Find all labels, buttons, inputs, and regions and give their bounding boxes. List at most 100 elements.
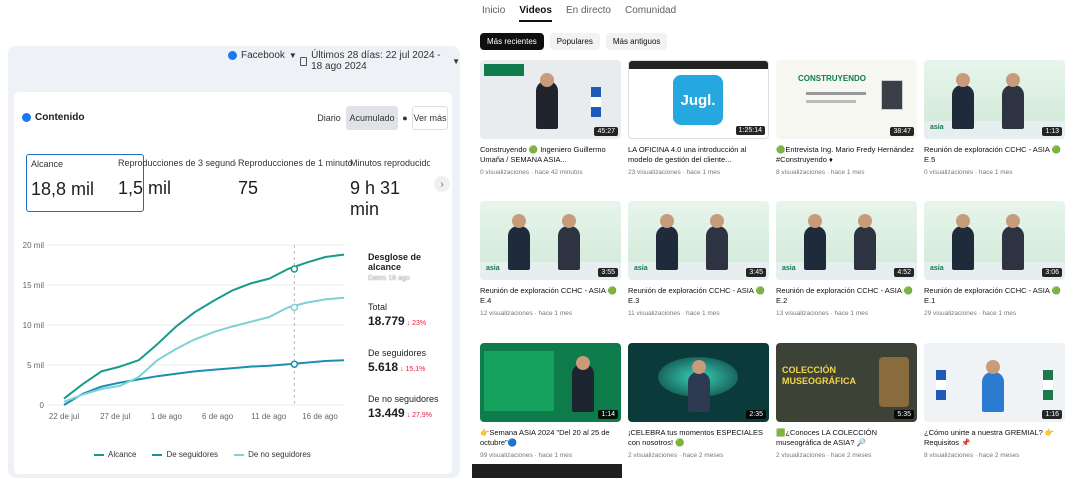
video-thumbnail[interactable]: COLECCIÓN MUSEOGRÁFICA 5:35 (776, 343, 917, 422)
video-title[interactable]: Reunión de exploración CCHC - ASIA 🟢 E.3 (628, 286, 769, 306)
metric-value: 9 h 31 min (350, 178, 401, 219)
sort-chips: Más recientes Populares Más antiguos (480, 33, 668, 50)
video-title[interactable]: Construyendo 🟢 Ingeniero Guillermo Umaña… (480, 145, 621, 165)
metric-3s-plays[interactable]: Reproducciones de 3 segundos 1,5 mil (118, 158, 236, 216)
reach-breakdown: Desglose de alcance Datos 18 ago Total 1… (368, 252, 452, 420)
video-duration: 1:25:14 (735, 126, 765, 135)
legend-swatch (152, 453, 163, 456)
tab-community[interactable]: Comunidad (625, 5, 676, 22)
construyendo-logo: CONSTRUYENDO (798, 74, 867, 83)
tab-live[interactable]: En directo (566, 5, 611, 22)
video-thumbnail[interactable]: asia 3:06 (924, 201, 1065, 280)
see-more-button[interactable]: Ver más (412, 106, 448, 130)
chip-popular[interactable]: Populares (549, 33, 600, 50)
video-meta: 23 visualizaciones · hace 1 mes (628, 169, 721, 176)
video-title[interactable]: Reunión de exploración CCHC - ASIA 🟢 E.1 (924, 286, 1065, 306)
series-line (63, 253, 345, 400)
video-card[interactable]: 45:27 Construyendo 🟢 Ingeniero Guillermo … (480, 60, 621, 176)
tab-home[interactable]: Inicio (482, 5, 505, 22)
facebook-icon (22, 113, 31, 122)
video-meta: 12 visualizaciones · hace 1 mes (480, 310, 573, 317)
video-thumbnail[interactable]: 2:35 (628, 343, 769, 422)
video-card[interactable]: asia 4:52 Reunión de exploración CCHC - AS… (776, 201, 917, 317)
video-title[interactable]: LA OFICINA 4.0 una introducción al model… (628, 145, 769, 165)
chart-legend: Alcance De seguidores De no seguidores (94, 450, 311, 459)
chip-most-recent[interactable]: Más recientes (480, 33, 544, 50)
video-title[interactable]: 👉Semana ASIA 2024 "Del 20 al 25 de octub… (480, 428, 621, 448)
video-duration: 38:47 (890, 127, 914, 136)
video-thumbnail[interactable]: 1:16 (924, 343, 1065, 422)
info-icon[interactable]: ● (398, 106, 412, 130)
video-title[interactable]: Reunión de exploración CCHC - ASIA 🟢 E.2 (776, 286, 917, 306)
video-card[interactable]: asia 1:13 Reunión de exploración CCHC - AS… (924, 60, 1065, 176)
metric-1m-plays[interactable]: Reproducciones de 1 minuto 75 (238, 158, 356, 216)
video-title[interactable]: 🟩¿Conoces LA COLECCIÓN museográfica de A… (776, 428, 917, 448)
breakdown-label: De no seguidores (368, 394, 439, 404)
video-title[interactable]: ¡CELEBRA tus momentos ESPECIALES con nos… (628, 428, 769, 448)
video-card[interactable]: 1:14 👉Semana ASIA 2024 "Del 20 al 25 de o… (480, 343, 621, 459)
video-thumbnail[interactable]: 45:27 (480, 60, 621, 139)
video-thumbnail[interactable]: asia 3:55 (480, 201, 621, 280)
breakdown-number: 13.449 (368, 406, 405, 420)
video-thumbnail[interactable]: Jugl. 1:25:14 (628, 60, 769, 139)
video-title[interactable]: ¿Cómo unirte a nuestra GREMIAL? 👉 Requis… (924, 428, 1065, 448)
chip-oldest[interactable]: Más antiguos (605, 33, 668, 50)
video-card[interactable]: COLECCIÓN MUSEOGRÁFICA 5:35 🟩¿Conoces LA C… (776, 343, 917, 459)
video-thumbnail[interactable]: asia 1:13 (924, 60, 1065, 139)
video-meta: 2 visualizaciones · hace 2 meses (628, 452, 724, 459)
x-tick-label: 11 de ago (251, 412, 287, 421)
breakdown-value: 13.449 ↓ 27,9% (368, 406, 452, 420)
video-card[interactable]: Jugl. 1:25:14 LA OFICINA 4.0 una introducc… (628, 60, 769, 176)
daily-button[interactable]: Diario (312, 106, 346, 130)
video-duration: 3:06 (1042, 268, 1062, 277)
video-card[interactable]: asia 3:06 Reunión de exploración CCHC - AS… (924, 201, 1065, 317)
platform-label: Facebook (241, 50, 285, 61)
y-tick-label: 20 mil (23, 241, 45, 250)
video-title[interactable]: Reunión de exploración CCHC - ASIA 🟢 E.4 (480, 286, 621, 306)
metric-label: Minutos reproducidos (350, 158, 430, 168)
breakdown-label: De seguidores (368, 348, 427, 358)
platform-selector[interactable]: Facebook ▼ (228, 50, 297, 61)
date-range-label: Últimos 28 días: 22 jul 2024 - 18 ago 20… (311, 50, 441, 72)
series-line (63, 359, 345, 406)
cumulative-button[interactable]: Acumulado (346, 106, 398, 130)
chevron-down-icon: ▼ (452, 56, 460, 66)
video-duration: 4:52 (894, 268, 914, 277)
breakdown-change: ↓ 23% (406, 320, 427, 327)
date-range-selector[interactable]: Últimos 28 días: 22 jul 2024 - 18 ago 20… (300, 50, 460, 72)
breakdown-followers: De seguidores 5.618 ↓ 15,1% (368, 348, 452, 374)
x-tick-label: 16 de ago (302, 412, 338, 421)
video-meta: 8 visualizaciones · hace 2 meses (924, 452, 1020, 459)
video-thumbnail[interactable]: asia 4:52 (776, 201, 917, 280)
metric-value: 1,5 mil (118, 178, 172, 198)
breakdown-nonfollowers: De no seguidores 13.449 ↓ 27,9% (368, 394, 452, 420)
video-thumbnail[interactable]: CONSTRUYENDO 38:47 (776, 60, 917, 139)
video-meta: 99 visualizaciones · hace 1 mes (480, 452, 573, 459)
chevron-down-icon: ▼ (288, 51, 297, 60)
breakdown-value: 18.779 ↓ 23% (368, 314, 452, 328)
video-thumbnail[interactable]: asia 3:45 (628, 201, 769, 280)
legend-item: De seguidores (152, 450, 218, 459)
metric-minutes[interactable]: Minutos reproducidos 9 h 31 min (350, 158, 430, 219)
video-title[interactable]: 🟢Entrevista Ing. Mario Fredy Hernández #… (776, 145, 917, 165)
video-card[interactable]: CONSTRUYENDO 38:47 🟢Entrevista Ing. Mario … (776, 60, 917, 176)
video-duration: 5:35 (894, 410, 914, 419)
series-point (290, 265, 299, 273)
calendar-icon (300, 56, 308, 66)
video-meta: 0 visualizaciones · hace 1 mes (924, 169, 1013, 176)
video-thumbnail[interactable]: 1:14 (480, 343, 621, 422)
y-tick-label: 15 mil (23, 281, 45, 290)
video-title[interactable]: Reunión de exploración CCHC - ASIA 🟢 E.5 (924, 145, 1065, 165)
youtube-channel-panel: Inicio Videos En directo Comunidad Más r… (472, 0, 1086, 478)
metric-label: Reproducciones de 1 minuto (238, 158, 353, 168)
x-tick-label: 6 de ago (202, 412, 234, 421)
video-card[interactable]: 2:35 ¡CELEBRA tus momentos ESPECIALES con… (628, 343, 769, 459)
tab-videos[interactable]: Videos (519, 5, 552, 22)
channel-tabs: Inicio Videos En directo Comunidad (482, 5, 676, 22)
video-card[interactable]: asia 3:55 Reunión de exploración CCHC - AS… (480, 201, 621, 317)
x-tick-label: 1 de ago (151, 412, 183, 421)
chevron-right-icon[interactable]: › (434, 176, 450, 192)
video-card[interactable]: 1:16 ¿Cómo unirte a nuestra GREMIAL? 👉 Re… (924, 343, 1065, 459)
video-card[interactable]: asia 3:45 Reunión de exploración CCHC - AS… (628, 201, 769, 317)
legend-item: De no seguidores (234, 450, 311, 459)
